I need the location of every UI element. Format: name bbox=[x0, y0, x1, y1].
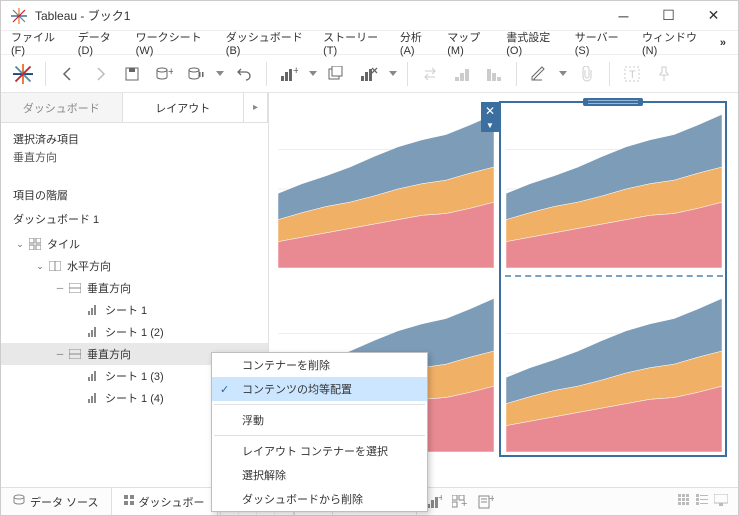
tree-horizontal[interactable]: ⌄水平方向 bbox=[1, 255, 268, 277]
ctx-distribute-evenly[interactable]: ✓ コンテンツの均等配置 bbox=[212, 377, 427, 401]
dropdown-icon[interactable] bbox=[307, 60, 319, 88]
tree-label: タイル bbox=[47, 236, 80, 252]
hierarchy-label: 項目の階層 bbox=[13, 187, 256, 203]
dropdown-icon[interactable] bbox=[387, 60, 399, 88]
attach-button[interactable] bbox=[573, 60, 601, 88]
new-dashboard-tab-button[interactable]: + bbox=[447, 488, 473, 516]
new-datasource-button[interactable]: + bbox=[150, 60, 178, 88]
selection-frame[interactable]: ✕ ▼ bbox=[499, 101, 727, 457]
highlight-button[interactable] bbox=[525, 60, 553, 88]
new-worksheet-button[interactable]: + bbox=[275, 60, 303, 88]
check-icon: ✓ bbox=[220, 383, 229, 396]
ctx-select-layout-container[interactable]: レイアウト コンテナーを選択 bbox=[212, 439, 427, 463]
chart-sheet1[interactable] bbox=[277, 109, 495, 269]
text-button[interactable]: T bbox=[618, 60, 646, 88]
tree-vertical-a[interactable]: ─垂直方向 bbox=[1, 277, 268, 299]
ctx-remove-from-dashboard[interactable]: ダッシュボードから削除 bbox=[212, 487, 427, 511]
swap-button[interactable] bbox=[416, 60, 444, 88]
menubar: ファイル(F) データ(D) ワークシート(W) ダッシュボード(B) ストーリ… bbox=[1, 31, 738, 55]
window-title: Tableau - ブック1 bbox=[35, 7, 601, 24]
duplicate-button[interactable] bbox=[323, 60, 351, 88]
tab-label: ダッシュボー bbox=[139, 494, 205, 510]
tile-icon bbox=[27, 237, 43, 251]
worksheet-icon bbox=[85, 303, 101, 317]
pin-button[interactable] bbox=[650, 60, 678, 88]
vertical-icon bbox=[67, 281, 83, 295]
toolbar: + + T bbox=[1, 55, 738, 93]
save-button[interactable] bbox=[118, 60, 146, 88]
dashboard-icon bbox=[124, 495, 134, 508]
pause-button[interactable] bbox=[182, 60, 210, 88]
new-story-tab-button[interactable]: + bbox=[473, 488, 499, 516]
tab-dropdown[interactable]: ▸ bbox=[244, 93, 268, 122]
worksheet-icon bbox=[85, 325, 101, 339]
menu-more[interactable]: » bbox=[714, 34, 734, 52]
datasource-icon bbox=[13, 494, 25, 509]
tab-datasource[interactable]: データ ソース bbox=[1, 488, 112, 515]
ctx-label: コンテンツの均等配置 bbox=[242, 381, 352, 397]
status-icons bbox=[678, 494, 738, 509]
ctx-delete-container[interactable]: コンテナーを削除 bbox=[212, 353, 427, 377]
tab-dashboard[interactable]: ダッシュボード bbox=[1, 93, 123, 122]
tableau-logo-icon bbox=[9, 6, 29, 26]
svg-text:+: + bbox=[461, 498, 467, 509]
tree-tile[interactable]: ⌄タイル bbox=[1, 233, 268, 255]
tree-label: シート 1 (2) bbox=[105, 324, 164, 340]
show-view-icon[interactable] bbox=[714, 494, 728, 509]
undo-button[interactable] bbox=[230, 60, 258, 88]
tree-label: 垂直方向 bbox=[87, 346, 131, 362]
grid-view-icon[interactable] bbox=[678, 494, 690, 509]
svg-text:+: + bbox=[438, 495, 442, 504]
tab-dashboard1[interactable]: ダッシュボー bbox=[112, 488, 218, 515]
back-button[interactable] bbox=[54, 60, 82, 88]
selection-close-button[interactable]: ✕ bbox=[481, 102, 499, 120]
sort-desc-button[interactable] bbox=[480, 60, 508, 88]
svg-text:+: + bbox=[489, 495, 494, 505]
tree-label: 垂直方向 bbox=[87, 280, 131, 296]
tree-sheet1-2[interactable]: シート 1 (2) bbox=[1, 321, 268, 343]
worksheet-icon bbox=[85, 369, 101, 383]
list-view-icon[interactable] bbox=[696, 494, 708, 509]
ctx-deselect[interactable]: 選択解除 bbox=[212, 463, 427, 487]
vertical-icon bbox=[67, 347, 83, 361]
dropdown-icon[interactable] bbox=[557, 60, 569, 88]
svg-text:+: + bbox=[293, 66, 298, 77]
dashboard-name[interactable]: ダッシュボード 1 bbox=[1, 209, 268, 233]
forward-button[interactable] bbox=[86, 60, 114, 88]
tree-label: 水平方向 bbox=[67, 258, 111, 274]
tree-label: シート 1 (3) bbox=[105, 368, 164, 384]
selection-drag-handle[interactable] bbox=[583, 98, 643, 106]
horizontal-icon bbox=[47, 259, 63, 273]
tree-label: シート 1 bbox=[105, 302, 147, 318]
tree-sheet1[interactable]: シート 1 bbox=[1, 299, 268, 321]
sort-asc-button[interactable] bbox=[448, 60, 476, 88]
tableau-start-icon[interactable] bbox=[9, 60, 37, 88]
tree-label: シート 1 (4) bbox=[105, 390, 164, 406]
tab-layout[interactable]: レイアウト bbox=[123, 93, 245, 122]
selected-item-label: 選択済み項目 bbox=[13, 131, 256, 147]
ctx-floating[interactable]: 浮動 bbox=[212, 408, 427, 432]
tab-label: データ ソース bbox=[30, 494, 99, 510]
clear-button[interactable] bbox=[355, 60, 383, 88]
dropdown-icon[interactable] bbox=[214, 60, 226, 88]
selection-menu-button[interactable]: ▼ bbox=[481, 119, 499, 132]
context-menu: コンテナーを削除 ✓ コンテンツの均等配置 浮動 レイアウト コンテナーを選択 選… bbox=[211, 352, 428, 512]
svg-text:+: + bbox=[168, 66, 173, 78]
svg-text:T: T bbox=[629, 69, 636, 81]
worksheet-icon bbox=[85, 391, 101, 405]
selected-item-value: 垂直方向 bbox=[13, 149, 256, 165]
